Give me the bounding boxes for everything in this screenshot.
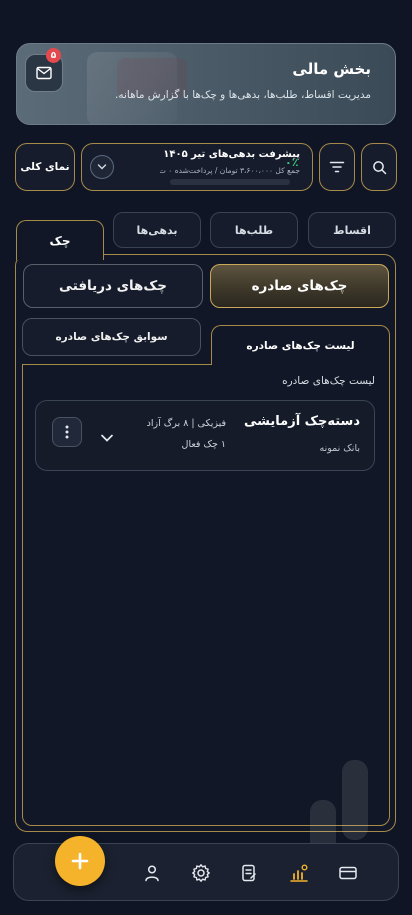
finance-header-card: بخش مالی مدیریت اقساط، طلب‌ها، بدهی‌ها و… [16,43,396,125]
card-icon [339,866,357,880]
nav-cards[interactable] [337,862,359,884]
page-description: مدیریت اقساط، طلب‌ها، بدهی‌ها و چک‌ها با… [115,89,371,101]
nav-settings[interactable] [190,862,212,884]
chart-icon [290,864,308,882]
expand-progress-button[interactable] [90,155,114,179]
user-icon [145,865,159,882]
issued-cheques-segment[interactable]: چک‌های صادره [210,264,389,308]
tab-debts[interactable]: بدهی‌ها [113,212,201,248]
mail-icon [36,66,52,80]
chequebook-bank: بانک نمونه [319,443,361,454]
more-vertical-icon [65,425,69,439]
plus-icon [71,852,89,870]
received-cheques-segment[interactable]: چک‌های دریافتی [23,264,203,308]
tab-issued-list[interactable]: لیست چک‌های صادره [211,325,390,365]
tab-receivables[interactable]: طلب‌ها [210,212,298,248]
tab-issued-history[interactable]: سوابق چک‌های صادره [22,318,201,356]
nav-finance[interactable] [288,862,310,884]
debt-progress-card[interactable]: پیشرفت بدهی‌های تیر ۱۴۰۵ جمع کل ۳،۶۰۰،۰۰… [81,143,313,191]
progress-percent: ۰٪ [285,156,299,169]
chevron-down-icon [97,164,107,170]
search-button[interactable] [361,143,397,191]
tab-installments[interactable]: اقساط [308,212,396,248]
more-options-button[interactable] [52,417,82,447]
tab-cheque[interactable]: چک [16,220,104,260]
chequebook-card[interactable]: دسته‌چک آزمایشی بانک نمونه فیزیکی | ۸ بر… [35,400,375,471]
progress-bar [170,179,290,185]
chevron-down-icon [101,434,113,442]
overview-button[interactable]: نمای کلی [15,143,75,191]
list-heading: لیست چک‌های صادره [282,375,375,387]
notification-badge: ۵ [46,48,61,63]
progress-subtitle: جمع کل ۳،۶۰۰،۰۰۰ تومان / پرداخت‌شده ۰ ت.… [160,166,300,175]
nav-profile[interactable] [141,862,163,884]
filter-button[interactable] [319,143,355,191]
expand-card-button[interactable] [99,430,115,446]
progress-title: پیشرفت بدهی‌های تیر ۱۴۰۵ [163,149,300,160]
document-icon [242,864,256,882]
settings-icon [192,864,210,882]
chequebook-title: دسته‌چک آزمایشی [244,414,360,429]
add-button[interactable] [55,836,105,886]
filter-icon [329,161,345,173]
page-title: بخش مالی [292,60,371,78]
chequebook-active-count: ۱ چک فعال [181,439,226,450]
chequebook-meta: فیزیکی | ۸ برگ آزاد [146,418,226,429]
search-icon [372,160,386,174]
nav-notes[interactable] [238,862,260,884]
